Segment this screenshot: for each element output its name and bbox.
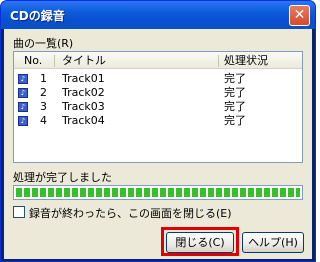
close-icon: ✕ <box>293 7 306 23</box>
music-icon: ♪ <box>18 116 28 126</box>
track-list-header: No. タイトル 処理状況 <box>14 52 302 69</box>
track-status: 完了 <box>224 72 246 85</box>
track-status: 完了 <box>224 86 246 99</box>
column-header-status[interactable]: 処理状況 <box>224 54 268 69</box>
track-number: 4 <box>40 114 47 127</box>
track-row[interactable]: ♪ 1 Track01 完了 <box>14 72 302 86</box>
help-button[interactable]: ヘルプ(H) <box>242 232 304 253</box>
progress-status-text: 処理が完了しました <box>13 171 112 184</box>
track-title: Track03 <box>62 100 105 113</box>
title-bar[interactable]: CDの録音 ✕ <box>1 1 315 29</box>
music-icon: ♪ <box>18 74 28 84</box>
window-title: CDの録音 <box>10 9 65 23</box>
column-header-title[interactable]: タイトル <box>62 54 106 69</box>
column-header-no[interactable]: No. <box>24 54 42 69</box>
track-number: 3 <box>40 100 47 113</box>
column-divider <box>218 55 219 67</box>
track-title: Track02 <box>62 86 105 99</box>
progress-bar <box>13 185 303 200</box>
close-on-finish-label[interactable]: 録音が終わったら、この画面を閉じる(E) <box>29 205 232 221</box>
track-number: 2 <box>40 86 47 99</box>
close-on-finish-checkbox[interactable] <box>13 206 25 218</box>
track-title: Track04 <box>62 114 105 127</box>
music-icon: ♪ <box>18 88 28 98</box>
track-list[interactable]: No. タイトル 処理状況 ♪ 1 Track01 完了 ♪ 2 Track02… <box>13 51 303 163</box>
track-row[interactable]: ♪ 3 Track03 完了 <box>14 100 302 114</box>
cd-recording-dialog: CDの録音 ✕ 曲の一覧(R) No. タイトル 処理状況 ♪ 1 Track0… <box>0 0 316 262</box>
track-list-label: 曲の一覧(R) <box>13 37 74 50</box>
track-status: 完了 <box>224 114 246 127</box>
track-title: Track01 <box>62 72 105 85</box>
track-row[interactable]: ♪ 4 Track04 完了 <box>14 114 302 128</box>
window-close-button[interactable]: ✕ <box>289 5 310 26</box>
close-button-highlight <box>161 227 239 256</box>
track-number: 1 <box>40 72 47 85</box>
track-status: 完了 <box>224 100 246 113</box>
column-divider <box>54 55 55 67</box>
progress-bar-fill <box>16 188 300 197</box>
dialog-body: 曲の一覧(R) No. タイトル 処理状況 ♪ 1 Track01 完了 ♪ 2… <box>4 29 312 259</box>
track-row[interactable]: ♪ 2 Track02 完了 <box>14 86 302 100</box>
music-icon: ♪ <box>18 102 28 112</box>
